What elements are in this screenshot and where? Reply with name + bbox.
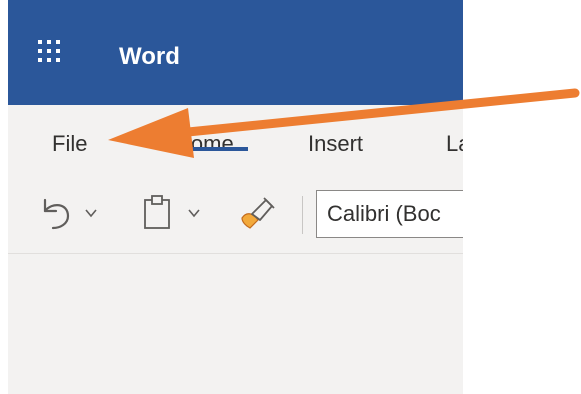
format-painter-icon[interactable] [236,192,276,232]
ribbon-bottom-border [8,253,463,254]
tab-file[interactable]: File [52,130,87,158]
paste-dropdown-chevron-icon[interactable] [187,206,201,220]
word-window: Word File Home Insert La Calibri (Boc [0,0,463,394]
tab-insert[interactable]: Insert [308,130,363,158]
title-bar [8,0,463,105]
window-edge [0,0,8,394]
undo-dropdown-chevron-icon[interactable] [84,206,98,220]
tab-home[interactable]: Home [175,130,234,158]
tab-layout[interactable]: La [446,130,463,158]
toolbar-divider [302,196,303,234]
app-title[interactable]: Word [119,43,180,71]
undo-icon[interactable] [38,194,74,234]
selected-tab-indicator [171,147,248,151]
font-name-combobox[interactable]: Calibri (Boc [316,190,463,238]
clipboard-paste-icon[interactable] [142,192,172,232]
app-launcher-icon[interactable] [38,40,60,62]
font-name-value: Calibri (Boc [327,201,441,226]
ribbon-tabs: File Home Insert La [8,105,463,183]
